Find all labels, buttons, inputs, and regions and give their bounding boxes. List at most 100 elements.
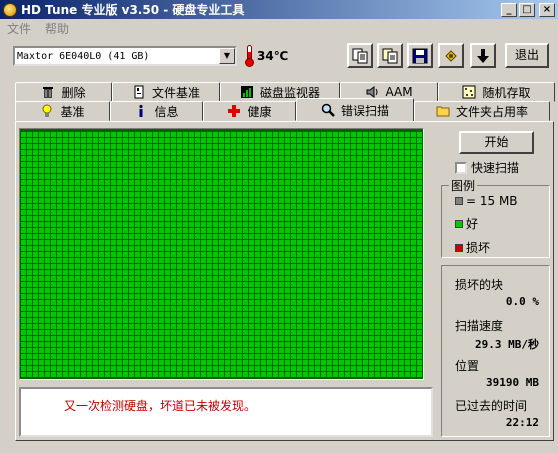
scan-block: [387, 354, 392, 359]
scan-block: [333, 354, 338, 359]
copy-text-button[interactable]: [347, 43, 373, 68]
chevron-down-icon[interactable]: ▼: [219, 48, 235, 64]
start-button[interactable]: 开始: [459, 131, 534, 154]
tab-random-access[interactable]: 随机存取: [438, 82, 555, 102]
maximize-button[interactable]: □: [519, 2, 535, 17]
scan-block: [165, 168, 170, 173]
scan-block: [69, 180, 74, 185]
tab-folder-usage[interactable]: 文件夹占用率: [414, 101, 550, 121]
scan-block: [219, 276, 224, 281]
scan-block: [333, 132, 338, 137]
scan-block: [339, 354, 344, 359]
scan-block: [195, 324, 200, 329]
screenshot-down-button[interactable]: [470, 43, 496, 68]
scan-block: [141, 138, 146, 143]
scan-block: [117, 312, 122, 317]
scan-block: [291, 276, 296, 281]
close-button[interactable]: ×: [539, 2, 555, 17]
quick-scan-option[interactable]: 快速扫描: [455, 159, 519, 176]
copy-screen-button[interactable]: [377, 43, 403, 68]
scan-block: [171, 174, 176, 179]
scan-block: [195, 348, 200, 353]
scan-block: [261, 306, 266, 311]
scan-block: [201, 330, 206, 335]
scan-block: [297, 342, 302, 347]
scan-block: [141, 294, 146, 299]
scan-block: [69, 312, 74, 317]
menu-file[interactable]: 文件: [0, 20, 38, 37]
scan-block: [279, 306, 284, 311]
scan-block: [255, 318, 260, 323]
scan-block: [399, 240, 404, 245]
scan-block: [261, 246, 266, 251]
scan-block: [129, 252, 134, 257]
scan-block: [105, 306, 110, 311]
scan-block: [381, 342, 386, 347]
scan-block: [261, 240, 266, 245]
scan-block: [207, 336, 212, 341]
tab-benchmark[interactable]: 基准: [15, 101, 110, 121]
scan-block: [231, 192, 236, 197]
scan-block: [177, 156, 182, 161]
drive-select[interactable]: Maxtor 6E040L0 (41 GB) ▼: [13, 46, 237, 66]
scan-block: [399, 276, 404, 281]
scan-block: [33, 258, 38, 263]
scan-block: [51, 234, 56, 239]
scan-block: [363, 354, 368, 359]
scan-block: [381, 144, 386, 149]
scan-block: [63, 156, 68, 161]
scan-block: [141, 270, 146, 275]
scan-block: [339, 150, 344, 155]
scan-block: [27, 234, 32, 239]
scan-block: [375, 156, 380, 161]
scan-block: [417, 156, 422, 161]
scan-block: [87, 270, 92, 275]
scan-block: [273, 360, 278, 365]
scan-block: [369, 204, 374, 209]
position-value: 39190 MB: [486, 376, 539, 389]
options-button[interactable]: [438, 43, 464, 68]
scan-block: [351, 234, 356, 239]
scan-block: [159, 342, 164, 347]
scan-block: [129, 276, 134, 281]
scan-block: [87, 258, 92, 263]
scan-block: [345, 192, 350, 197]
scan-block: [255, 342, 260, 347]
scan-block: [399, 132, 404, 137]
scan-block: [357, 228, 362, 233]
legend-damaged: 损坏: [455, 239, 490, 256]
save-button[interactable]: [407, 43, 433, 68]
scan-block: [111, 210, 116, 215]
exit-button[interactable]: 退出: [505, 43, 549, 68]
scan-block: [99, 258, 104, 263]
scan-block: [123, 366, 128, 371]
scan-block: [297, 324, 302, 329]
scan-block: [21, 216, 26, 221]
title-bar[interactable]: HD Tune 专业版 v3.50 - 硬盘专业工具 _ □ ×: [0, 0, 558, 19]
scan-block: [177, 342, 182, 347]
scan-block: [387, 174, 392, 179]
tab-error-scan[interactable]: 错误扫描: [296, 98, 414, 121]
scan-block: [147, 156, 152, 161]
scan-block: [57, 294, 62, 299]
scan-block: [243, 318, 248, 323]
scan-block: [159, 198, 164, 203]
tab-erase[interactable]: 删除: [15, 82, 112, 102]
scan-block: [333, 192, 338, 197]
scan-block: [213, 264, 218, 269]
scan-block: [153, 300, 158, 305]
scan-block: [381, 240, 386, 245]
quick-scan-checkbox[interactable]: [455, 161, 467, 174]
minimize-button[interactable]: _: [501, 2, 517, 17]
scan-block: [279, 276, 284, 281]
scan-block: [111, 192, 116, 197]
scan-block: [81, 366, 86, 371]
scan-block: [165, 276, 170, 281]
scan-block: [393, 312, 398, 317]
tab-health[interactable]: 健康: [203, 101, 296, 121]
tab-file-benchmark[interactable]: 文件基准: [112, 82, 220, 102]
scan-block: [171, 222, 176, 227]
scan-block: [63, 204, 68, 209]
menu-help[interactable]: 帮助: [38, 20, 76, 37]
tab-info[interactable]: 信息: [110, 101, 203, 121]
